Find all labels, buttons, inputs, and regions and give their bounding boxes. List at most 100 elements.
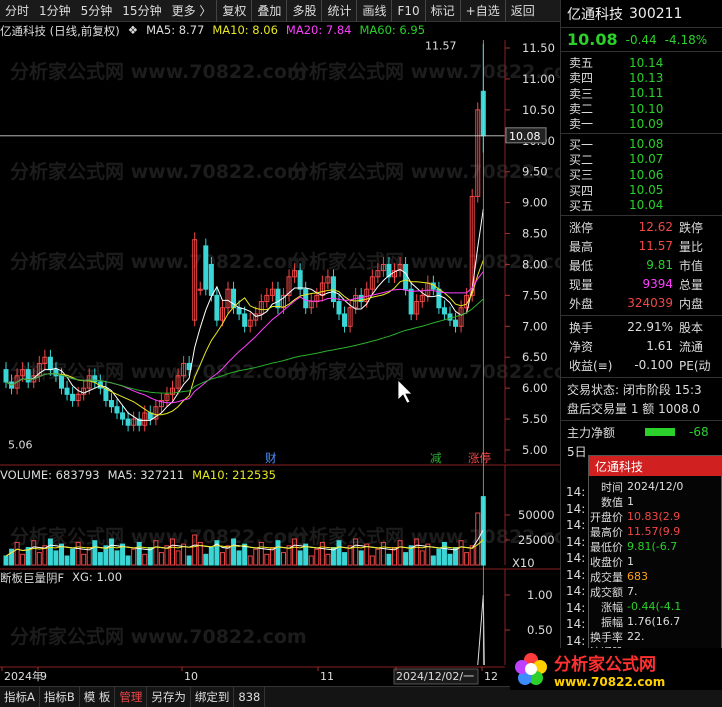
- stat-row: 涨停 12.62 跌停: [561, 218, 722, 237]
- stat-row: 换手 22.91% 股本: [561, 318, 722, 337]
- stat-label2: 内盘: [679, 296, 704, 311]
- volume-bar: [114, 550, 120, 566]
- popup-title: 亿通科技: [589, 456, 721, 476]
- candle-body: [59, 375, 64, 389]
- manage-button[interactable]: 管理: [115, 687, 148, 707]
- stat-value: 1.61: [646, 339, 673, 354]
- candle-body: [408, 288, 414, 315]
- book-divider: [561, 133, 722, 135]
- ask-price: 10.14: [629, 55, 664, 70]
- volume-bar: [314, 548, 320, 566]
- stat-row: 净资 1.61 流通: [561, 337, 722, 356]
- main-flow-bar: [645, 428, 676, 437]
- trade-status: 交易状态: 闭市阶段 15:3: [567, 382, 702, 397]
- volume-bar: [342, 552, 348, 566]
- overlay-button[interactable]: 叠加: [251, 0, 286, 22]
- stat-value: 9.81: [646, 258, 673, 273]
- tick-time: 14:: [566, 567, 586, 582]
- add-watchlist-button[interactable]: +自选: [459, 0, 505, 22]
- tab-more[interactable]: 更多 〉: [167, 0, 217, 22]
- stat-label2: 量比: [679, 239, 704, 254]
- indicator-b-button[interactable]: 指标B: [40, 687, 80, 707]
- volume-bar: [125, 555, 131, 566]
- popup-row: 换手率 22.: [589, 629, 721, 644]
- kline-chart[interactable]: 分析家公式网 www.70822.com分析家公式网 www.70822.com…: [0, 23, 560, 686]
- watermark-text: 分析家公式网 www.70822.com: [290, 250, 560, 273]
- stat-label: 外盘: [569, 296, 594, 311]
- price-tick-label: 11.00: [522, 72, 555, 86]
- stats-divider: [561, 214, 722, 216]
- stat-value: 324039: [627, 296, 673, 311]
- volume-bar: [3, 555, 9, 566]
- tab-15min[interactable]: 15分钟: [117, 0, 166, 22]
- tab-fenshi[interactable]: 分时: [0, 0, 34, 22]
- popup-row: 数值 1: [589, 494, 721, 509]
- stat-label: 换手: [569, 320, 594, 335]
- bar-detail-popup: 亿通科技 时间 2024/12/0 数值 1 开盘价 10.83(2.9 最高价 11.57(…: [588, 455, 722, 660]
- popup-row: 开盘价 10.83(2.9: [589, 509, 721, 524]
- stat-row: 现量 9394 总量: [561, 275, 722, 294]
- stat-label: 现量: [569, 277, 594, 292]
- popup-value: 10.83(2.9: [627, 510, 681, 523]
- volume-bar: [275, 540, 281, 566]
- volume-header: VOLUME: 683793 MA5: 327211 MA10: 212535: [0, 468, 276, 482]
- save-as-button[interactable]: 另存为: [147, 687, 191, 707]
- tick-time: 14:: [566, 633, 586, 648]
- ask-price: 10.13: [629, 70, 664, 85]
- ma20-line: [5, 271, 484, 404]
- stat-value: 12.62: [638, 220, 673, 235]
- draw-line-button[interactable]: 画线: [356, 0, 391, 22]
- fuquan-button[interactable]: 复权: [216, 0, 251, 22]
- candle-body: [303, 288, 309, 309]
- tab-5min[interactable]: 5分钟: [76, 0, 118, 22]
- volume-bar: [36, 552, 42, 566]
- volume-bar: [308, 555, 314, 566]
- statistics-button[interactable]: 统计: [321, 0, 356, 22]
- tab-1min[interactable]: 1分钟: [34, 0, 76, 22]
- stat-label2: 流通: [679, 339, 704, 354]
- volume-bar: [253, 548, 259, 566]
- bind-to-button[interactable]: 绑定到: [191, 687, 235, 707]
- volume-bar: [64, 555, 70, 566]
- multi-stock-button[interactable]: 多股: [286, 0, 321, 22]
- date-label: 12: [484, 670, 498, 683]
- volume-bar: [369, 555, 375, 566]
- candle-body: [453, 319, 459, 327]
- ask-book: 卖五 10.14 卖四 10.13 卖三 10.11 卖二 10.10 卖一 10.09: [561, 52, 722, 132]
- popup-row: 振幅 1.76(16.7: [589, 614, 721, 629]
- template-button[interactable]: 模 板: [80, 687, 116, 707]
- candle-body: [25, 369, 31, 383]
- price-tick-label: 10.50: [522, 103, 555, 117]
- ask-price: 10.09: [629, 116, 664, 131]
- ask-row: 卖三 10.11: [561, 86, 722, 101]
- volume-bar: [203, 553, 209, 566]
- volume-bar: [264, 553, 270, 566]
- candle-body: [242, 313, 248, 327]
- tick-time: 14:: [566, 617, 586, 631]
- f10-button[interactable]: F10: [391, 0, 424, 22]
- volume-bar: [97, 552, 103, 566]
- candle-body: [403, 263, 409, 290]
- back-button[interactable]: 返回: [504, 0, 540, 22]
- mark-button[interactable]: 标记: [424, 0, 460, 22]
- volume-bar: [281, 552, 286, 566]
- candle-body: [441, 307, 447, 315]
- indicator-header: 断板巨量阴F XG: 1.00: [0, 570, 122, 586]
- indicator-a-button[interactable]: 指标A: [0, 687, 40, 707]
- candle-body: [92, 375, 98, 383]
- candle-body: [208, 263, 214, 296]
- stat-label2: PE(动: [679, 358, 711, 373]
- date-label: 9: [40, 670, 47, 683]
- indicator-xg: XG: 1.00: [72, 570, 123, 584]
- tick-time: 14:: [566, 534, 586, 549]
- volume-bar: [136, 541, 142, 566]
- volume-bar: [430, 555, 436, 566]
- volume-bar: [441, 541, 447, 566]
- bid-price: 10.08: [629, 137, 664, 152]
- popup-label: 振幅: [601, 615, 623, 629]
- volume-bar: [186, 555, 192, 566]
- popup-label: 最高价: [590, 525, 623, 539]
- popup-value: 22.: [627, 630, 645, 643]
- volume-bar: [375, 548, 381, 566]
- candle-body: [47, 356, 53, 371]
